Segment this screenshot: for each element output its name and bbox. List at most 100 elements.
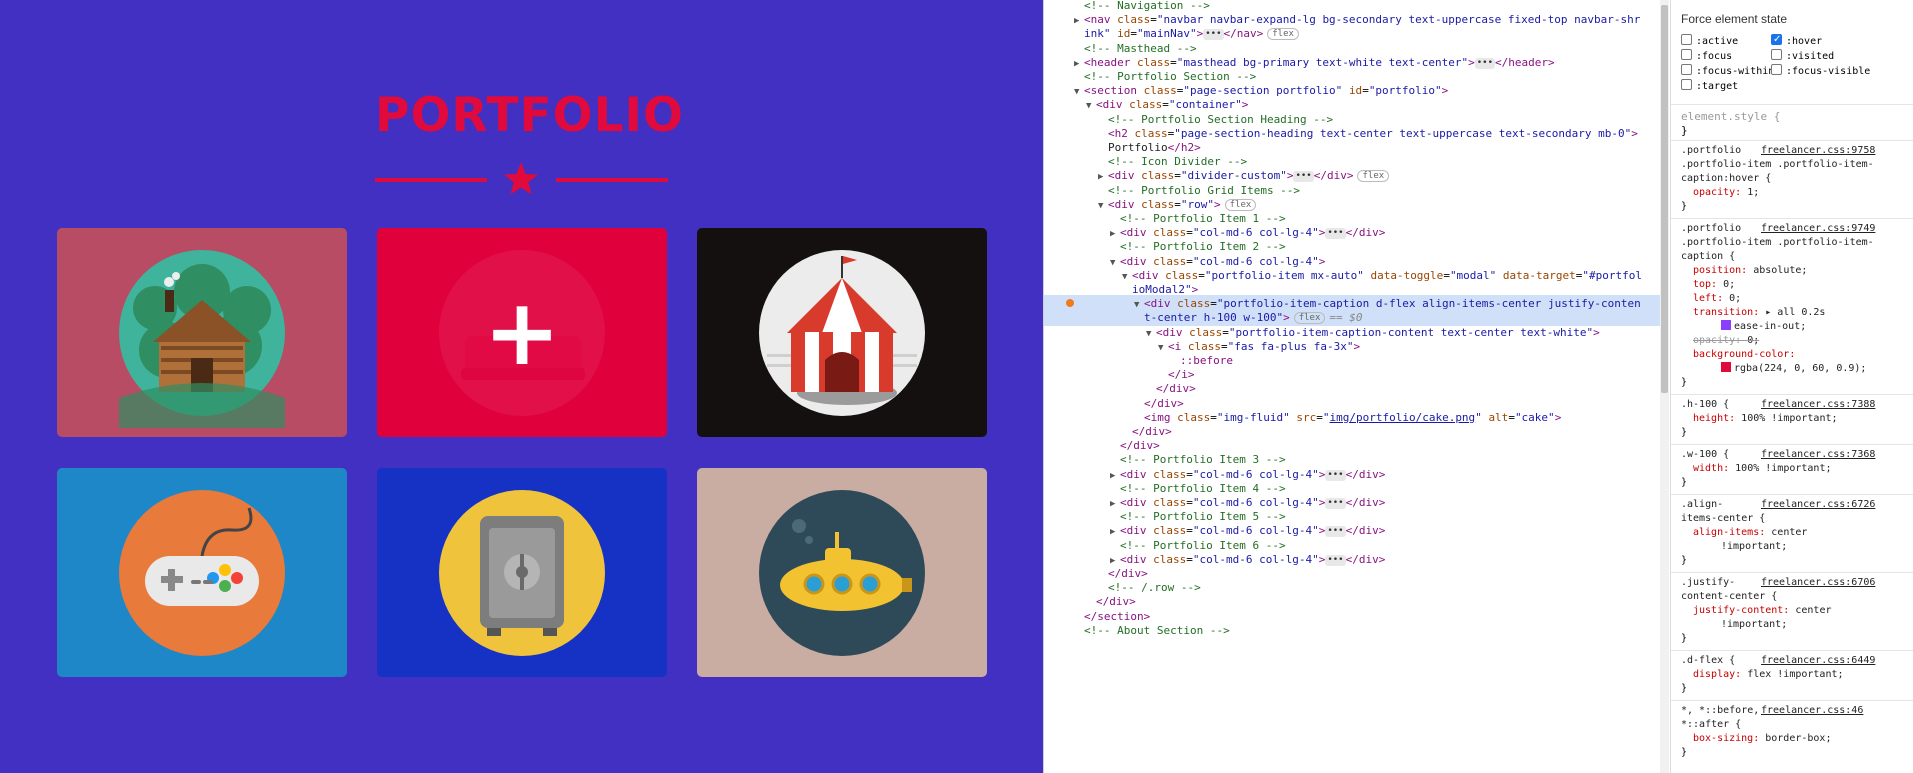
dom-node-markup: <!-- Portfolio Item 6 --> [1120, 538, 1286, 552]
css-source-link[interactable]: freelancer.css:9758 [1761, 144, 1875, 158]
css-property[interactable]: ease-in-out; [1721, 320, 1806, 334]
checkbox-icon[interactable] [1771, 33, 1782, 47]
css-property[interactable]: !important; [1721, 540, 1787, 554]
force-state-label: :focus [1696, 51, 1733, 62]
checkbox-icon[interactable] [1681, 34, 1692, 45]
dom-node-markup: <!-- Portfolio Section Heading --> [1108, 112, 1334, 126]
dom-node-markup: <div class="col-md-6 col-lg-4"> ••• </div> [1120, 552, 1386, 566]
css-property[interactable]: opacity: 0; [1693, 334, 1759, 348]
css-property[interactable]: !important; [1721, 618, 1787, 632]
css-property[interactable]: left: 0; [1693, 292, 1741, 306]
css-selector: *::after { [1681, 719, 1742, 730]
css-property[interactable]: box-sizing: border-box; [1693, 732, 1831, 746]
force-state-label: :focus-within [1696, 66, 1775, 77]
color-swatch-icon[interactable] [1721, 320, 1731, 330]
divider-line-left [375, 178, 487, 182]
dom-node-markup: </section> [1084, 609, 1151, 623]
css-property[interactable]: display: flex !important; [1693, 668, 1844, 682]
css-property[interactable]: opacity: 1; [1693, 186, 1759, 200]
dom-node-markup: <nav class="navbar navbar-expand-lg bg-s… [1084, 13, 1641, 27]
force-state-focus-within-checkbox[interactable]: :focus-within [1681, 64, 1774, 79]
color-swatch-icon[interactable] [1721, 362, 1731, 372]
dom-node-markup: <div class="divider-custom"> ••• </div> fle… [1108, 169, 1390, 183]
safe-icon [439, 490, 605, 656]
css-property[interactable]: rgba(224, 0, 60, 0.9); [1721, 362, 1866, 376]
dom-node-markup: </div> [1096, 595, 1136, 609]
dom-node-markup: <div class="row"> flex [1108, 198, 1257, 211]
force-state-target-checkbox[interactable]: :target [1681, 79, 1738, 94]
dom-node-markup: ::before [1180, 354, 1233, 367]
dom-node-markup: <i class="fas fa-plus fa-3x"> [1168, 339, 1361, 353]
css-property[interactable]: top: 0; [1693, 278, 1735, 292]
dom-node-markup: <!-- About Section --> [1084, 623, 1230, 637]
css-property[interactable]: transition: ▸ all 0.2s [1693, 306, 1825, 320]
checkbox-icon[interactable] [1681, 79, 1692, 90]
dom-node-markup: <!-- Portfolio Item 3 --> [1120, 453, 1286, 467]
dom-node-markup: <!-- Portfolio Item 5 --> [1120, 510, 1286, 524]
dom-node-markup: Portfolio</h2> [1108, 141, 1201, 154]
css-property[interactable]: position: absolute; [1693, 264, 1807, 278]
force-state-active-checkbox[interactable]: :active [1681, 34, 1738, 49]
portfolio-item-circus[interactable] [697, 228, 987, 437]
dom-node-markup: <div class="col-md-6 col-lg-4"> ••• </div> [1120, 226, 1386, 240]
dom-node-markup: <div class="col-md-6 col-lg-4"> [1120, 254, 1326, 268]
css-source-link[interactable]: freelancer.css:7388 [1761, 398, 1875, 412]
dom-node-markup: <h2 class="page-section-heading text-cen… [1108, 126, 1638, 140]
force-state-focus-visible-checkbox[interactable]: :focus-visible [1771, 64, 1870, 79]
css-selector: caption:hover { [1681, 173, 1772, 184]
star-icon [504, 162, 538, 195]
css-selector: .portfolio [1681, 145, 1742, 156]
checkbox-icon[interactable] [1771, 64, 1782, 75]
portfolio-item-game[interactable] [57, 468, 347, 677]
css-source-link[interactable]: freelancer.css:6726 [1761, 498, 1875, 512]
circus-tent-icon [759, 250, 925, 416]
checkbox-icon[interactable] [1681, 64, 1692, 75]
dom-node-markup: <!-- Icon Divider --> [1108, 155, 1248, 169]
dom-node-markup: <!-- Portfolio Section --> [1084, 70, 1257, 83]
page-title: PORTFOLIO [375, 88, 684, 143]
css-source-link[interactable]: freelancer.css:7368 [1761, 448, 1875, 462]
css-source-link[interactable]: freelancer.css:6706 [1761, 576, 1875, 590]
dom-node-markup: <header class="masthead bg-primary text-… [1084, 55, 1555, 69]
css-selector: .align- [1681, 499, 1724, 510]
portfolio-item-caption-overlay[interactable]: + [377, 228, 667, 437]
css-property[interactable]: height: 100% !important; [1693, 412, 1838, 426]
css-property[interactable]: width: 100% !important; [1693, 462, 1831, 476]
portfolio-item-cake[interactable]: + [377, 228, 667, 437]
dom-node-markup: <img class="img-fluid" src="img/portfoli… [1144, 410, 1562, 424]
portfolio-item-safe[interactable] [377, 468, 667, 677]
force-state-visited-checkbox[interactable]: :visited [1771, 49, 1834, 64]
css-selector: items-center { [1681, 513, 1766, 524]
plus-icon: + [483, 278, 561, 386]
dom-node-markup: <!-- Portfolio Item 2 --> [1120, 240, 1286, 254]
dom-node-markup: </div> [1156, 382, 1196, 396]
force-state-hover-checkbox[interactable]: :hover [1771, 33, 1822, 49]
styles-pane: Force element state :active:hover:focus:… [1670, 0, 1913, 773]
css-source-link[interactable]: freelancer.css:6449 [1761, 654, 1875, 668]
dom-node-markup: <div class="col-md-6 col-lg-4"> ••• </div> [1120, 524, 1386, 538]
checkbox-icon[interactable] [1681, 49, 1692, 60]
css-rule-close: } [1681, 377, 1688, 388]
css-selector: content-center { [1681, 591, 1778, 602]
css-source-link[interactable]: freelancer.css:46 [1761, 704, 1863, 718]
css-source-link[interactable]: freelancer.css:9749 [1761, 222, 1875, 236]
dom-node-markup: ioModal2"> [1132, 283, 1199, 296]
elements-scrollbar-thumb[interactable] [1661, 5, 1668, 393]
portfolio-item-submarine[interactable] [697, 468, 987, 677]
css-rule-close: } [1681, 633, 1688, 644]
element-style-close: } [1681, 124, 1688, 137]
checkbox-icon[interactable] [1771, 49, 1782, 60]
dom-node-markup: </div> [1120, 439, 1160, 453]
css-selector: .portfolio-item .portfolio-item- [1681, 237, 1874, 248]
portfolio-item-cabin[interactable] [57, 228, 347, 437]
dom-node-markup: <!-- Masthead --> [1084, 41, 1197, 55]
dom-node-markup: t-center h-100 w-100"> flex == $0 [1144, 311, 1363, 325]
dom-node-line[interactable]: <!-- About Section --> [1044, 622, 1664, 639]
portfolio-page: PORTFOLIO + [0, 0, 1043, 773]
css-property[interactable]: align-items: center [1693, 526, 1807, 540]
dom-node-markup: <div class="portfolio-item-caption-conte… [1156, 325, 1600, 339]
css-property[interactable]: background-color: [1693, 348, 1795, 362]
force-state-focus-checkbox[interactable]: :focus [1681, 49, 1732, 64]
dom-node-markup: <div class="col-md-6 col-lg-4"> ••• </div> [1120, 496, 1386, 509]
css-property[interactable]: justify-content: center [1693, 604, 1831, 618]
